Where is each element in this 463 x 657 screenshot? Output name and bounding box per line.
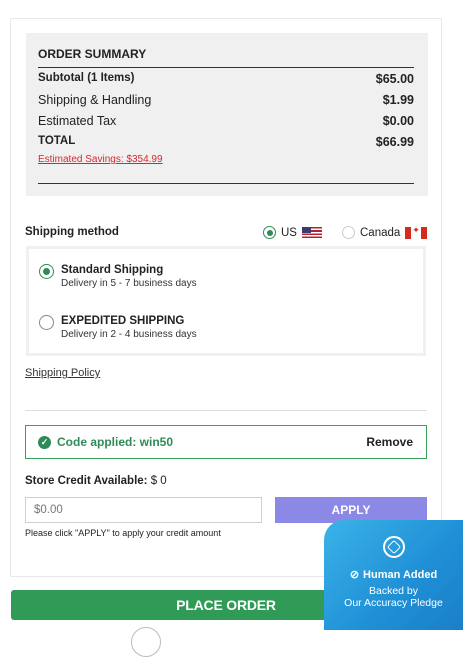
store-credit-label: Store Credit Available: $ 0 [25,475,167,487]
summary-value: $66.99 [375,135,414,149]
order-summary-title: ORDER SUMMARY [38,47,147,61]
radio-selected-icon[interactable] [263,226,276,239]
remove-promo-button[interactable]: Remove [366,435,413,449]
summary-label: Shipping & Handling [38,93,152,107]
badge-subtitle: Backed by Our Accuracy Pledge [324,585,463,609]
shipping-option-standard[interactable]: Standard Shipping Delivery in 5 - 7 busi… [39,264,197,289]
divider [25,410,427,411]
divider [38,183,414,184]
us-flag-icon [301,227,322,238]
shipping-option-detail: Delivery in 2 - 4 business days [61,329,197,340]
shipping-method-label: Shipping method [25,226,119,238]
summary-label: Subtotal (1 Items) [38,72,135,84]
promo-code-applied: ✓ Code applied: win50 Remove [25,425,427,459]
check-circle-icon: ⊘ [349,569,360,581]
summary-row-shipping: Shipping & Handling $1.99 [38,93,414,107]
shipping-option-expedited[interactable]: EXPEDITED SHIPPING Delivery in 2 - 4 bus… [39,315,197,340]
store-credit-title: Store Credit Available: [25,475,148,487]
summary-label: TOTAL [38,135,76,147]
promo-code-status: ✓ Code applied: win50 [38,435,173,449]
radio-selected-icon[interactable] [39,264,54,279]
badge-title: ⊘ Human Added [324,568,463,582]
country-option-us[interactable]: US [263,226,322,239]
summary-row-total: TOTAL $66.99 [38,135,414,149]
summary-row-tax: Estimated Tax $0.00 [38,114,414,128]
check-circle-icon: ✓ [38,435,51,449]
country-label: US [281,226,297,239]
savings-label: Estimated Savings: [38,154,124,165]
divider [38,67,414,68]
shield-icon [382,536,405,558]
badge-subtitle-line: Our Accuracy Pledge [344,597,443,609]
badge-title-text: Human Added [363,568,438,581]
estimated-savings-link[interactable]: Estimated Savings: $354.99 [38,154,163,165]
radio-unselected-icon[interactable] [342,226,355,239]
summary-value: $1.99 [382,93,414,107]
accuracy-pledge-badge[interactable]: ⊘ Human Added Backed by Our Accuracy Ple… [324,520,463,630]
shipping-option-title: EXPEDITED SHIPPING [61,315,185,327]
store-credit-input[interactable] [25,497,262,523]
order-summary: ORDER SUMMARY Subtotal (1 Items) $65.00 … [26,33,428,196]
radio-unselected-icon[interactable] [39,315,54,330]
shipping-policy-link[interactable]: Shipping Policy [25,367,100,379]
store-credit-note: Please click "APPLY" to apply your credi… [25,528,221,538]
shipping-option-title: Standard Shipping [61,264,164,276]
summary-value: $65.00 [375,72,414,86]
summary-label: Estimated Tax [38,114,117,128]
scroll-circle-icon [131,627,161,657]
summary-row-subtotal: Subtotal (1 Items) $65.00 [38,72,414,86]
summary-value: $0.00 [382,114,414,128]
country-label: Canada [360,226,401,239]
savings-value: $354.99 [126,154,163,165]
badge-subtitle-line: Backed by [368,585,419,597]
promo-code-text: Code applied: win50 [57,435,174,449]
shipping-methods-box: Standard Shipping Delivery in 5 - 7 busi… [26,246,426,356]
canada-flag-icon [405,225,428,239]
country-option-canada[interactable]: Canada [342,225,428,239]
store-credit-amount: $ 0 [150,475,167,487]
shipping-option-detail: Delivery in 5 - 7 business days [61,278,197,289]
